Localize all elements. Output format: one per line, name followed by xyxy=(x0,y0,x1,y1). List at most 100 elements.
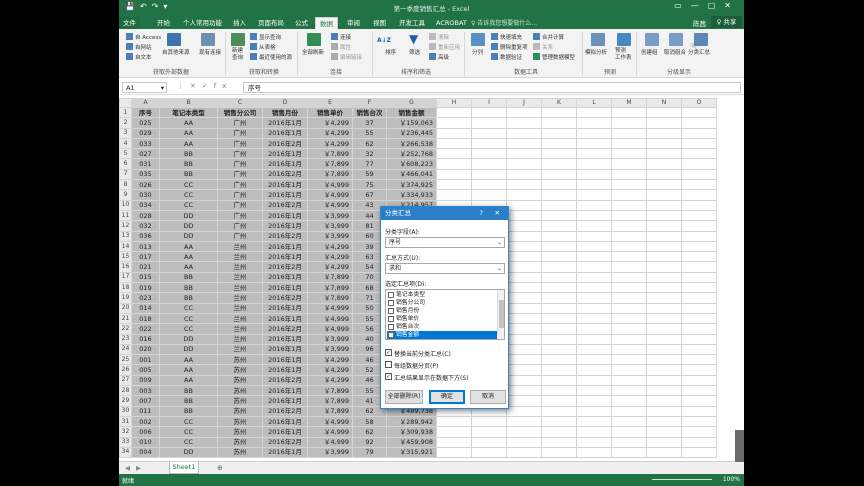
sort-button[interactable]: 排序 xyxy=(385,48,396,56)
cell[interactable] xyxy=(506,117,542,129)
cell[interactable] xyxy=(646,323,682,335)
list-item[interactable]: 销售台次 xyxy=(387,323,498,331)
cell[interactable]: 018 xyxy=(131,312,160,325)
cell[interactable]: 2016年2月 xyxy=(262,230,308,242)
column-header[interactable]: F xyxy=(352,98,387,108)
cell[interactable]: 2016年1月 xyxy=(262,395,308,407)
cell[interactable] xyxy=(471,106,507,119)
cell[interactable]: 序号 xyxy=(131,106,160,119)
cell[interactable] xyxy=(471,168,507,181)
cell[interactable] xyxy=(646,158,682,170)
cell[interactable] xyxy=(541,158,577,170)
cell[interactable]: ￥4,999 xyxy=(307,189,353,201)
cell[interactable]: ￥4,299 xyxy=(307,137,353,150)
row-header[interactable]: 19 xyxy=(119,292,132,304)
cell[interactable] xyxy=(506,179,542,191)
cell[interactable] xyxy=(576,117,612,129)
list-item[interactable]: 销售月份 xyxy=(387,307,498,315)
cell[interactable]: 广州 xyxy=(217,189,263,201)
cell[interactable]: AA xyxy=(159,117,218,129)
refresh-all-button[interactable]: 全部刷新 xyxy=(302,48,324,56)
row-header[interactable]: 18 xyxy=(119,282,132,294)
cell[interactable] xyxy=(611,168,647,181)
cell[interactable] xyxy=(611,199,647,211)
filter-button[interactable]: 筛选 xyxy=(409,48,420,56)
what-if-button[interactable]: 模拟分析 xyxy=(585,48,607,56)
cell[interactable] xyxy=(506,312,542,325)
column-header[interactable]: A xyxy=(131,98,160,108)
cell[interactable]: AA xyxy=(159,137,218,150)
cell[interactable]: 55 xyxy=(352,127,387,139)
cell[interactable] xyxy=(541,230,577,242)
filter-funnel-icon[interactable]: ▼ xyxy=(409,32,418,46)
cell[interactable]: 广州 xyxy=(217,168,263,181)
cell[interactable] xyxy=(681,446,717,459)
cell[interactable] xyxy=(506,364,542,376)
cell[interactable] xyxy=(541,251,577,263)
column-header[interactable]: N xyxy=(646,98,682,108)
cell[interactable]: 67 xyxy=(352,189,387,201)
from-table-button[interactable]: 从表格 xyxy=(250,43,276,51)
cell[interactable]: 2016年2月 xyxy=(262,199,308,211)
cell[interactable]: ￥236,445 xyxy=(386,127,437,139)
cell[interactable] xyxy=(646,354,682,366)
cell[interactable]: ￥459,908 xyxy=(386,436,437,448)
cell[interactable]: AA xyxy=(159,354,218,366)
cell[interactable] xyxy=(681,240,717,253)
reapply-button[interactable]: 重新应用 xyxy=(429,43,460,51)
cell[interactable] xyxy=(646,405,682,417)
cell[interactable] xyxy=(681,385,717,397)
cancel-icon[interactable]: ✕ xyxy=(190,82,202,90)
row-header[interactable]: 8 xyxy=(119,179,132,191)
share-button[interactable]: ♀ 共享 xyxy=(711,16,742,28)
cell[interactable]: ￥4,299 xyxy=(307,117,353,129)
cell[interactable]: ￥334,933 xyxy=(386,189,437,201)
cell[interactable] xyxy=(681,302,717,314)
cell[interactable]: 026 xyxy=(131,179,160,191)
checkbox[interactable] xyxy=(388,308,394,314)
cell[interactable]: 036 xyxy=(131,230,160,242)
tab-personal[interactable]: 个人常用功能 xyxy=(179,17,226,29)
cell[interactable] xyxy=(681,354,717,366)
connections-button[interactable]: 连接 xyxy=(331,33,351,41)
cell[interactable] xyxy=(506,168,542,181)
cell[interactable] xyxy=(541,354,577,366)
cell[interactable] xyxy=(506,323,542,335)
cell[interactable] xyxy=(436,436,472,448)
cell[interactable]: ￥3,999 xyxy=(307,220,353,232)
cell[interactable]: 苏州 xyxy=(217,426,263,438)
cell[interactable] xyxy=(646,415,682,428)
cell[interactable] xyxy=(506,385,542,397)
checkbox-checked[interactable]: ✓ xyxy=(385,373,392,380)
row-header[interactable]: 33 xyxy=(119,436,132,448)
cell[interactable] xyxy=(611,302,647,314)
cell[interactable]: 销售台次 xyxy=(352,106,387,119)
cell[interactable]: 028 xyxy=(131,209,160,222)
row-header[interactable]: 28 xyxy=(119,385,132,397)
cell[interactable] xyxy=(506,220,542,232)
cell[interactable] xyxy=(646,374,682,387)
tab-file[interactable]: 文件 xyxy=(119,17,140,29)
cell[interactable]: ￥309,938 xyxy=(386,426,437,438)
minimize-icon[interactable]: — xyxy=(691,1,708,10)
cell[interactable]: CC xyxy=(159,199,218,211)
cell[interactable]: 023 xyxy=(131,292,160,304)
cell[interactable]: 2016年2月 xyxy=(262,436,308,448)
cell[interactable] xyxy=(681,251,717,263)
cell[interactable]: 2016年2月 xyxy=(262,168,308,181)
cell[interactable]: AA xyxy=(159,261,218,273)
cell[interactable] xyxy=(506,282,542,294)
cell[interactable] xyxy=(541,405,577,417)
cell[interactable] xyxy=(436,137,472,150)
cell[interactable] xyxy=(681,199,717,211)
column-header[interactable]: O xyxy=(681,98,717,108)
cell[interactable] xyxy=(681,395,717,407)
cell[interactable]: 2016年1月 xyxy=(262,271,308,284)
cell[interactable]: ￥4,999 xyxy=(307,436,353,448)
list-item[interactable]: 笔记本类型 xyxy=(387,291,498,299)
cell[interactable] xyxy=(506,271,542,284)
cell[interactable]: ￥7,899 xyxy=(307,168,353,181)
cell[interactable] xyxy=(611,137,647,150)
add-sheet-icon[interactable]: ⊕ xyxy=(217,464,223,472)
cell[interactable]: 苏州 xyxy=(217,374,263,387)
